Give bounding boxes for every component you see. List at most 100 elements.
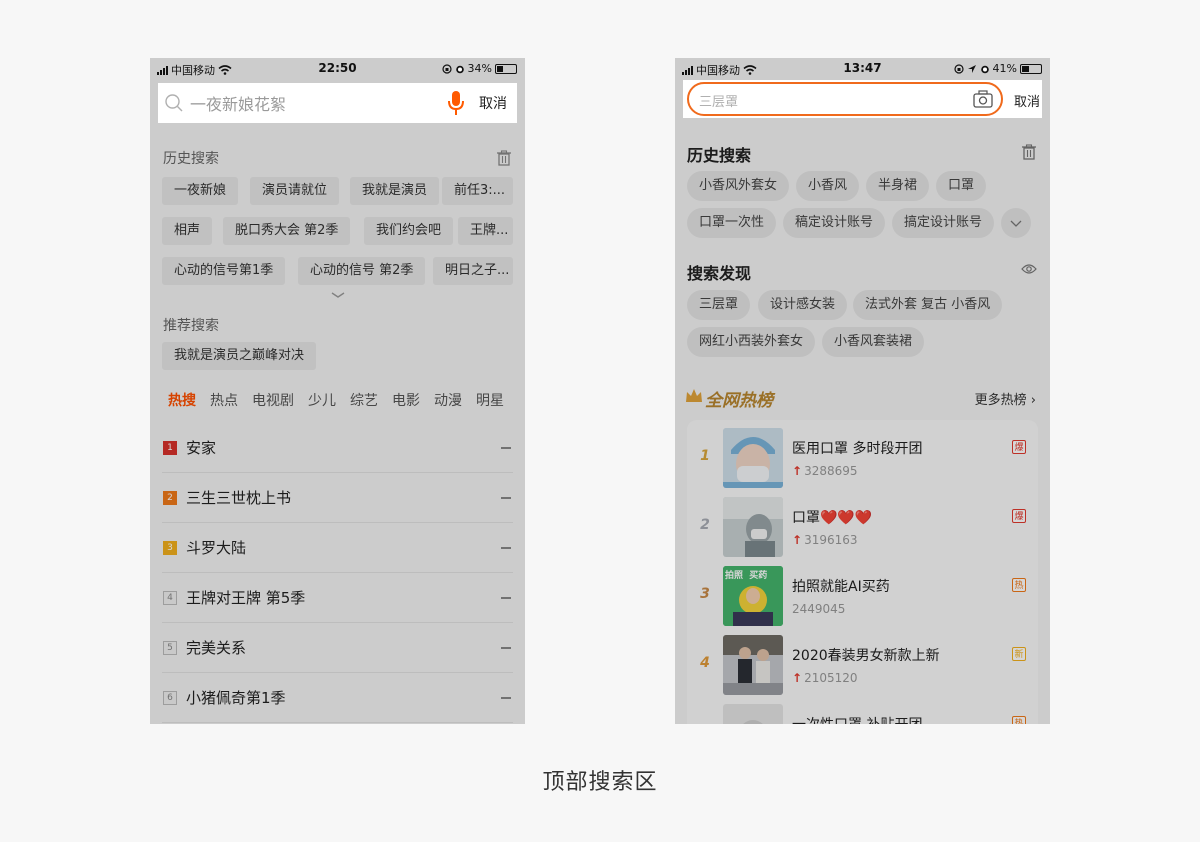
battery-level [497,65,503,72]
status-bar: 中国移动 13:47 41% [675,58,1050,80]
tab-tv[interactable]: 电视剧 [252,390,294,410]
rank-title: 王牌对王牌 第5季 [186,589,306,607]
item-title: 口罩❤️❤️❤️ [792,510,873,526]
discover-chip[interactable]: 法式外套 复古 小香风 [853,290,1003,320]
history-chip[interactable]: 口罩 [936,171,987,201]
history-chip[interactable]: 明日之子... [433,257,513,285]
tab-hot-search[interactable]: 热搜 [168,390,196,410]
history-chip[interactable]: 小香风外套女 [687,171,790,201]
masked-person-image [723,428,783,488]
history-chip[interactable]: 王牌... [458,217,513,245]
history-chip[interactable]: 稿定设计账号 [783,208,886,238]
history-chip[interactable]: 前任3:... [442,177,513,205]
item-count: ↑ 3196163 [792,533,858,547]
hot-list-item[interactable]: 4 2020春装男女新款上新 ↑ 2105120 新 [687,633,1038,697]
microphone-icon[interactable] [447,90,465,116]
eye-icon[interactable] [1021,263,1037,275]
search-input[interactable]: 三层罩 [699,91,738,110]
discover-chip[interactable]: 设计感女装 [758,290,848,320]
item-count-value: 3196163 [804,533,858,547]
ranking-row[interactable]: 4 王牌对王牌 第5季 [162,573,513,623]
hot-list-item[interactable]: 一次性口罩 补贴开团 热 [687,702,1038,724]
discover-chip[interactable]: 网红小西装外套女 [687,327,816,357]
battery-percent: 34% [467,62,492,75]
history-title: 历史搜索 [687,146,752,165]
search-bar: 三层罩 取消 [683,80,1042,118]
rotation-lock-icon [441,63,452,74]
cancel-button[interactable]: 取消 [479,93,507,113]
item-count: 2449045 [792,602,845,616]
ranking-row[interactable]: 3 斗罗大陆 [162,523,513,573]
history-chip[interactable]: 心动的信号 第2季 [298,257,426,285]
trash-icon[interactable] [1021,144,1037,160]
trash-icon[interactable] [496,150,512,166]
tab-star[interactable]: 明星 [476,390,504,410]
rank-title: 斗罗大陆 [186,539,247,557]
rank-number: 4 [700,655,710,671]
rank-title: 小猪佩奇第1季 [186,689,286,707]
recommend-chip[interactable]: 我就是演员之巅峰对决 [162,342,317,370]
search-box[interactable]: 三层罩 [687,82,1003,116]
discover-chip[interactable]: 小香风套装裙 [822,327,925,357]
more-hot-list-label: 更多热榜 [974,393,1027,408]
history-chip[interactable]: 我们约会吧 [364,217,454,245]
more-hot-list-link[interactable]: 更多热榜 › [975,389,1036,408]
trend-up-icon: ↑ [792,464,803,478]
hot-list-item[interactable]: 1 医用口罩 多时段开团 ↑ 3288695 爆 [687,426,1038,490]
mask-photo-image [723,497,783,557]
ranking-row[interactable]: 2 三生三世枕上书 [162,473,513,523]
rank-number: 2 [163,490,177,505]
couple-fashion-image [723,635,783,695]
item-tag: 爆 [1012,509,1026,523]
location-icon [967,64,976,73]
trend-up-icon: ↑ [792,533,803,547]
expand-history-button[interactable] [1001,208,1031,238]
item-title: 一次性口罩 补贴开团 [792,714,922,724]
rank-title: 三生三世枕上书 [186,489,292,507]
history-chip[interactable]: 搞定设计账号 [892,208,995,238]
chevron-down-icon[interactable] [330,291,346,299]
thumb-text: 拍照 买药 [725,571,768,581]
item-count: ↑ 3288695 [792,464,858,478]
recommend-title: 推荐搜索 [163,318,219,334]
tab-kids[interactable]: 少儿 [308,390,336,410]
cancel-button[interactable]: 取消 [1014,91,1040,110]
history-chip[interactable]: 口罩一次性 [687,208,777,238]
minus-icon [501,496,511,499]
item-count-value: 2105120 [804,671,858,685]
ranking-row[interactable]: 5 完美关系 [162,623,513,673]
item-count-value: 2449045 [792,602,846,616]
minus-icon [501,696,511,699]
history-chip[interactable]: 脱口秀大会 第2季 [223,217,351,245]
discover-chip[interactable]: 三层罩 [687,290,751,320]
history-chip[interactable]: 小香风 [796,171,860,201]
history-chip[interactable]: 相声 [162,217,213,245]
search-bar: 一夜新娘花絮 取消 [158,83,517,123]
history-chip[interactable]: 演员请就位 [250,177,340,205]
tab-variety[interactable]: 综艺 [350,390,378,410]
tab-anime[interactable]: 动漫 [434,390,462,410]
camera-icon[interactable] [973,90,993,108]
item-title: 拍照就能AI买药 [792,579,890,595]
ranking-row[interactable]: 6 小猪佩奇第1季 [162,673,513,723]
alarm-icon [980,65,989,73]
hot-list-item[interactable]: 3 拍照 买药 拍照就能AI买药 2449045 热 [687,564,1038,628]
ranking-row[interactable]: 1 安家 [162,423,513,473]
history-chip[interactable]: 一夜新娘 [162,177,239,205]
history-chip[interactable]: 我就是演员 [350,177,440,205]
minus-icon [501,646,511,649]
hot-list-item[interactable]: 2 口罩❤️❤️❤️ ↑ 3196163 爆 [687,495,1038,559]
page-caption: 顶部搜索区 [542,770,658,795]
history-chip[interactable]: 半身裙 [866,171,930,201]
search-input[interactable]: 一夜新娘花絮 [190,91,447,115]
rank-title: 安家 [186,439,217,457]
crown-icon [686,389,702,402]
tab-hot-point[interactable]: 热点 [210,390,238,410]
phone-screen-right: 中国移动 13:47 41% 三层罩 取消 历史搜索 小香风外套女 小香风 半身… [675,58,1050,724]
tab-movie[interactable]: 电影 [392,390,420,410]
chevron-right-icon: › [1030,393,1036,408]
history-chip[interactable]: 心动的信号第1季 [162,257,286,285]
history-title: 历史搜索 [163,151,219,167]
chevron-down-icon [1010,220,1022,227]
item-tag: 热 [1012,578,1026,592]
